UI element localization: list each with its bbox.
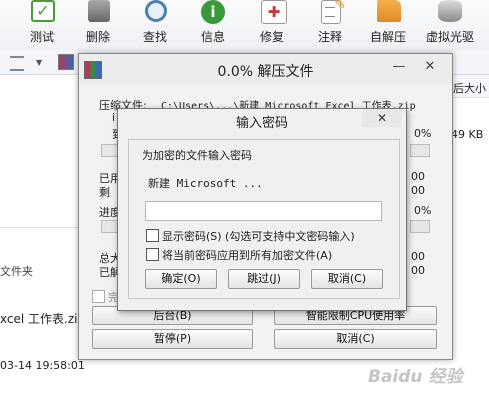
apply-all-label: 将当前密码应用到所有加密文件(A) — [162, 249, 333, 262]
toolbar-selfextract-button[interactable]: 自解压 — [363, 0, 413, 50]
password-input[interactable] — [145, 201, 382, 221]
virtual-drive-icon — [438, 0, 462, 22]
pause-button[interactable]: 暂停(P) — [92, 329, 253, 349]
extract-window-titlebar: 0.0% 解压文件 — ✕ — [79, 54, 452, 84]
file-progress-bar-end — [410, 144, 430, 157]
file-percent: 0% — [414, 127, 432, 140]
toolbar-comment-button[interactable]: ✎ 注释 — [305, 0, 355, 50]
toolbar-test-label: 测试 — [29, 30, 54, 44]
close-icon[interactable]: ✕ — [417, 58, 443, 76]
toolbar-test-button[interactable]: ✓ 测试 — [17, 0, 67, 50]
apply-all-checkbox[interactable] — [146, 248, 159, 261]
done-size-value: 00 — [411, 264, 425, 277]
password-group-title: 为加密的文件输入密码 — [140, 147, 254, 163]
toolbar-delete-button[interactable]: 删除 — [73, 0, 123, 50]
row1-fragment: i — [112, 111, 116, 124]
file-list-pane: 后大小 49 KB — [448, 75, 489, 410]
remaining-label: 剩 — [99, 186, 110, 199]
password-dialog: 输入密码 ✕ 为加密的文件输入密码 新建 Microsoft ... 显示密码(… — [117, 108, 407, 311]
test-icon: ✓ — [31, 0, 55, 22]
trash-icon — [88, 0, 110, 22]
total-progress-bar-end — [410, 220, 430, 233]
toolbar-info-button[interactable]: i 信息 — [188, 0, 238, 50]
file-name[interactable]: xcel 工作表.zip — [0, 310, 85, 327]
show-password-label: 显示密码(S) (勾选可支持中文密码输入) — [162, 230, 355, 243]
toolbar-repair-label: 修复 — [259, 30, 284, 44]
comment-icon: ✎ — [321, 0, 346, 24]
toolbar-comment-label: 注释 — [317, 30, 342, 44]
file-datetime: 03-14 19:58:01 — [0, 359, 85, 372]
watermark-logo: Baidu 经验 — [368, 367, 463, 387]
info-icon: i — [201, 0, 225, 24]
toolbar-virtualdrive-label: 虚拟光驱 — [425, 30, 474, 44]
toolbar-repair-button[interactable]: ✚ 修复 — [247, 0, 297, 50]
minimize-button[interactable]: — — [386, 58, 412, 76]
toolbar-selfextract-label: 自解压 — [369, 30, 406, 44]
extract-cancel-button[interactable]: 取消(C) — [274, 329, 437, 349]
toolbar: ✓ 测试 删除 查找 i 信息 ✚ 修复 ✎ 注释 自解压 虚拟光驱 — [0, 0, 489, 51]
remaining-value: 00 — [411, 184, 425, 197]
close-icon[interactable]: ✕ — [362, 109, 402, 127]
total-size-value: 00 — [411, 250, 425, 263]
folder-pane: 文件夹 xcel 工作表.zip 03-14 19:58:01 — [0, 75, 85, 410]
repair-kit-icon: ✚ — [261, 0, 287, 24]
toolbar-info-label: 信息 — [200, 30, 225, 44]
file-size: 49 KB — [451, 128, 484, 141]
shutdown-checkbox[interactable] — [92, 290, 105, 303]
toolbar-delete-label: 删除 — [85, 30, 110, 44]
archive-icon — [58, 54, 74, 70]
password-cancel-button[interactable]: 取消(C) — [311, 269, 383, 289]
skip-button[interactable]: 跳过(J) — [228, 269, 300, 289]
show-password-checkbox[interactable] — [146, 229, 159, 242]
encrypted-file-name: 新建 Microsoft ... — [148, 177, 263, 190]
ok-button[interactable]: 确定(O) — [145, 269, 217, 289]
elapsed-value: 00 — [411, 170, 425, 183]
folder-label: 文件夹 — [0, 265, 33, 278]
toolbar-virtualdrive-button[interactable]: 虚拟光驱 — [422, 0, 478, 50]
column-header[interactable]: 后大小 — [448, 75, 489, 98]
chevron-down-icon[interactable]: ▼ — [36, 58, 42, 67]
view-list-icon[interactable] — [10, 56, 24, 71]
self-extract-icon — [377, 0, 401, 22]
search-icon — [145, 0, 167, 22]
toolbar-find-button[interactable]: 查找 — [130, 0, 180, 50]
toolbar-find-label: 查找 — [142, 30, 167, 44]
column-header-size: 后大小 — [453, 82, 486, 95]
total-percent: 0% — [414, 204, 432, 217]
